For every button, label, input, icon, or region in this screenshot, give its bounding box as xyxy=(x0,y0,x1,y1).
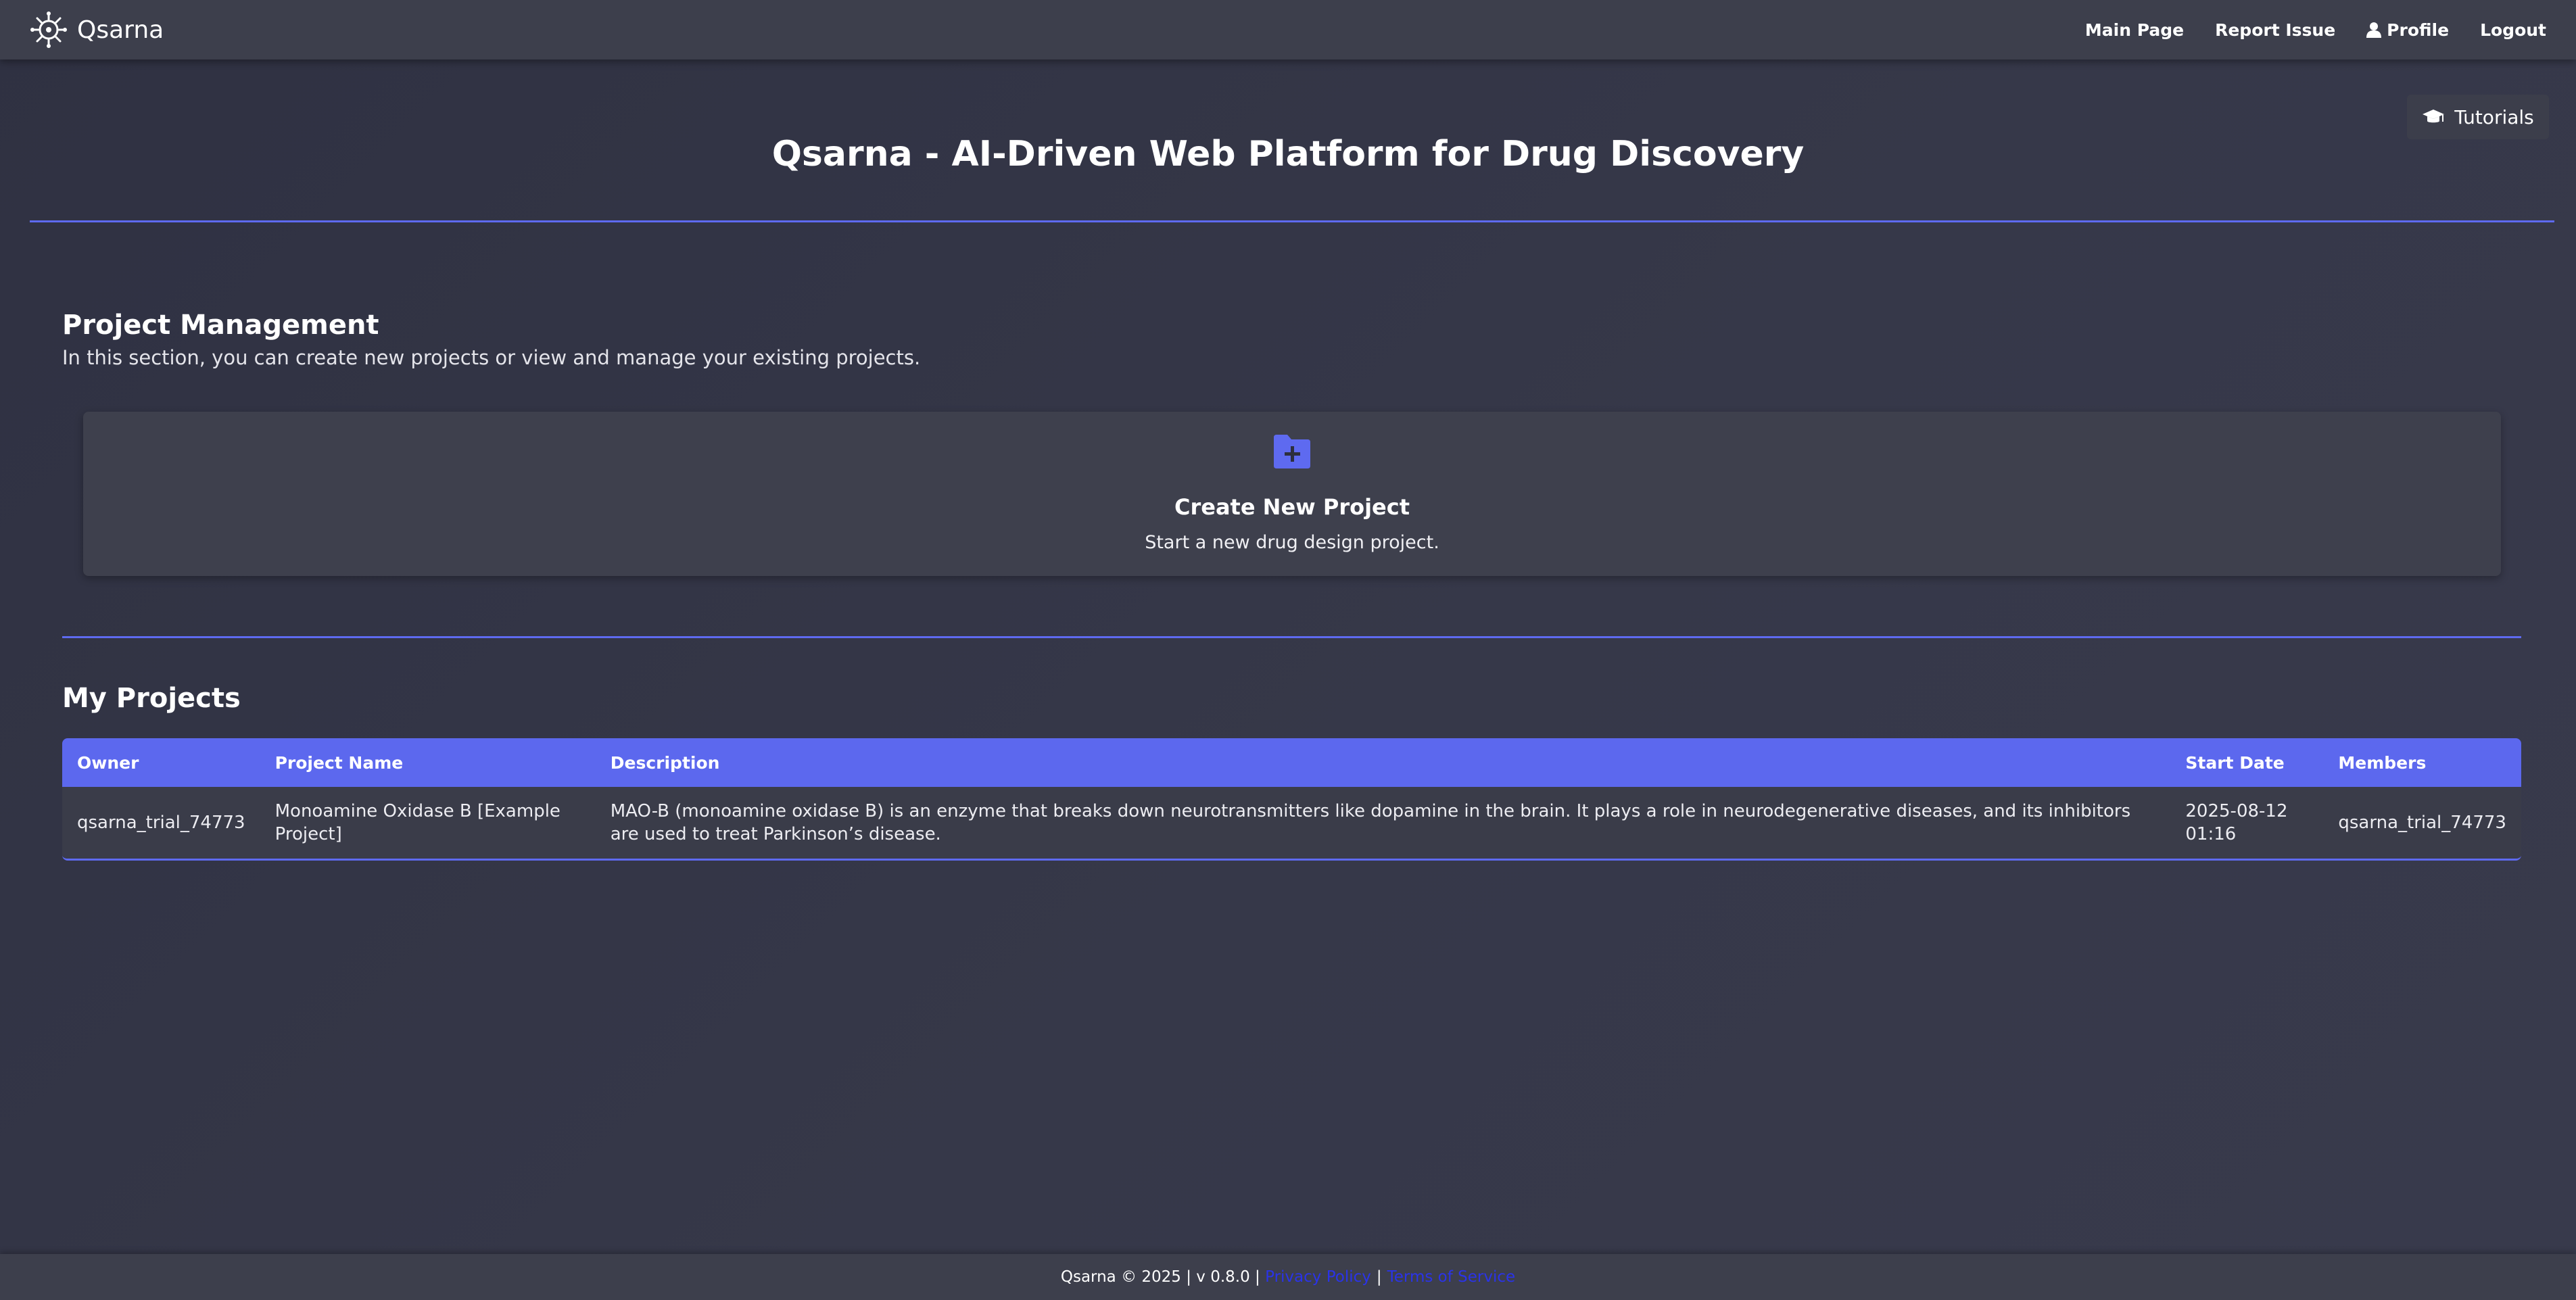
column-header-start-date: Start Date xyxy=(2185,752,2285,773)
cell-owner: qsarna_trial_74773 xyxy=(77,813,245,833)
create-new-project-title: Create New Project xyxy=(1174,494,1410,520)
footer: Qsarna © 2025 | v 0.8.0 | Privacy Policy… xyxy=(0,1254,2576,1300)
cell-description: MAO-B (monoamine oxidase B) is an enzyme… xyxy=(610,801,2131,844)
column-header-project-name: Project Name xyxy=(275,752,404,773)
table-header-row: Owner Project Name Description Start Dat… xyxy=(62,738,2521,787)
folder-plus-icon xyxy=(1274,435,1310,468)
brand-name: Qsarna xyxy=(77,16,164,44)
brand[interactable]: Qsarna xyxy=(30,11,164,49)
user-icon xyxy=(2366,22,2382,38)
table-row[interactable]: qsarna_trial_74773 Monoamine Oxidase B [… xyxy=(62,787,2521,859)
footer-separator: | xyxy=(1376,1268,1382,1286)
cell-project-name: Monoamine Oxidase B [Example Project] xyxy=(275,801,560,844)
cell-start-date: 2025-08-12 01:16 xyxy=(2185,801,2288,844)
logo-icon xyxy=(30,11,67,48)
nav-link-logout[interactable]: Logout xyxy=(2480,20,2546,40)
column-header-members: Members xyxy=(2338,752,2427,773)
top-navbar: Qsarna Main Page Report Issue Profile Lo… xyxy=(0,0,2576,59)
nav-link-report-issue[interactable]: Report Issue xyxy=(2215,20,2335,40)
create-new-project-subtitle: Start a new drug design project. xyxy=(1145,532,1439,553)
nav-link-profile-label: Profile xyxy=(2387,20,2450,40)
column-header-owner: Owner xyxy=(77,752,139,773)
graduation-cap-icon xyxy=(2423,110,2445,123)
project-management-description: In this section, you can create new proj… xyxy=(62,346,921,369)
nav-link-profile[interactable]: Profile xyxy=(2366,20,2449,40)
nav-link-main-page[interactable]: Main Page xyxy=(2085,20,2184,40)
footer-copyright: Qsarna © 2025 | v 0.8.0 | xyxy=(1060,1268,1260,1286)
project-management-title: Project Management xyxy=(62,310,379,341)
my-projects-title: My Projects xyxy=(62,683,241,714)
create-new-project-card[interactable]: Create New Project Start a new drug desi… xyxy=(83,412,2501,576)
page-title: Qsarna - AI-Driven Web Platform for Drug… xyxy=(771,134,1805,174)
tutorials-label: Tutorials xyxy=(2454,105,2534,128)
cell-members: qsarna_trial_74773 xyxy=(2338,813,2506,833)
privacy-policy-link[interactable]: Privacy Policy xyxy=(1265,1268,1371,1286)
header-divider xyxy=(30,220,2554,222)
section-divider xyxy=(62,636,2521,638)
nav-links: Main Page Report Issue Profile Logout xyxy=(2085,20,2546,40)
column-header-description: Description xyxy=(610,752,720,773)
terms-of-service-link[interactable]: Terms of Service xyxy=(1387,1268,1516,1286)
tutorials-button[interactable]: Tutorials xyxy=(2407,95,2549,139)
projects-table: Owner Project Name Description Start Dat… xyxy=(62,738,2521,861)
